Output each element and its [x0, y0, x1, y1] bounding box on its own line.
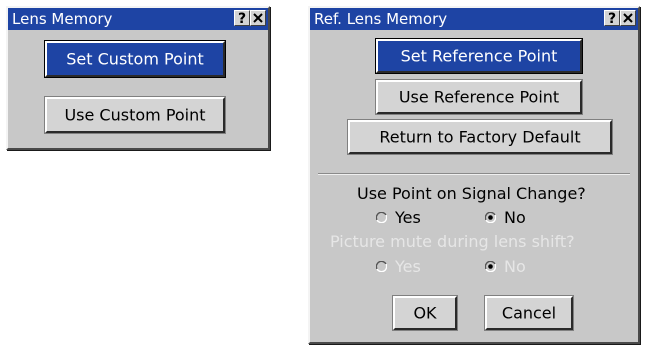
- mute-yes-label: Yes: [395, 257, 421, 276]
- picture-mute-question: Picture mute during lens shift?: [330, 232, 575, 251]
- ref-lens-memory-title: Ref. Lens Memory: [314, 10, 448, 28]
- use-custom-point-button[interactable]: Use Custom Point: [44, 96, 226, 134]
- radio-icon: [376, 212, 387, 223]
- use-custom-point-label: Use Custom Point: [64, 105, 206, 125]
- help-icon[interactable]: ?: [234, 10, 250, 27]
- use-reference-point-label: Use Reference Point: [398, 87, 560, 107]
- close-icon[interactable]: [250, 10, 266, 26]
- divider: [318, 173, 630, 175]
- ref-lens-memory-window: Ref. Lens Memory ? Set Reference Point U…: [308, 6, 640, 344]
- signal-yes-radio[interactable]: Yes: [376, 208, 421, 227]
- signal-yes-label: Yes: [395, 208, 421, 227]
- ok-label: OK: [413, 303, 437, 323]
- mute-no-radio: No: [485, 257, 526, 276]
- signal-no-radio[interactable]: No: [485, 208, 526, 227]
- cancel-button[interactable]: Cancel: [484, 295, 574, 331]
- lens-memory-titlebar[interactable]: Lens Memory ?: [8, 8, 268, 30]
- set-custom-point-label: Set Custom Point: [66, 49, 204, 69]
- help-icon[interactable]: ?: [604, 10, 620, 27]
- mute-no-label: No: [504, 257, 526, 276]
- set-custom-point-button[interactable]: Set Custom Point: [44, 40, 226, 78]
- mute-yes-radio: Yes: [376, 257, 421, 276]
- radio-icon: [485, 212, 496, 223]
- lens-memory-title: Lens Memory: [12, 10, 113, 28]
- set-reference-point-label: Set Reference Point: [400, 46, 558, 66]
- ok-button[interactable]: OK: [392, 295, 458, 331]
- radio-icon: [376, 261, 387, 272]
- close-icon[interactable]: [620, 10, 636, 26]
- lens-memory-window: Lens Memory ? Set Custom Point Use Custo…: [6, 6, 270, 150]
- return-to-factory-default-button[interactable]: Return to Factory Default: [347, 119, 613, 155]
- use-reference-point-button[interactable]: Use Reference Point: [375, 79, 583, 115]
- ref-lens-memory-titlebar[interactable]: Ref. Lens Memory ?: [310, 8, 638, 30]
- signal-no-label: No: [504, 208, 526, 227]
- radio-icon: [485, 261, 496, 272]
- cancel-label: Cancel: [501, 303, 557, 323]
- return-to-factory-default-label: Return to Factory Default: [379, 127, 581, 147]
- set-reference-point-button[interactable]: Set Reference Point: [375, 38, 583, 74]
- signal-change-question: Use Point on Signal Change?: [357, 184, 586, 203]
